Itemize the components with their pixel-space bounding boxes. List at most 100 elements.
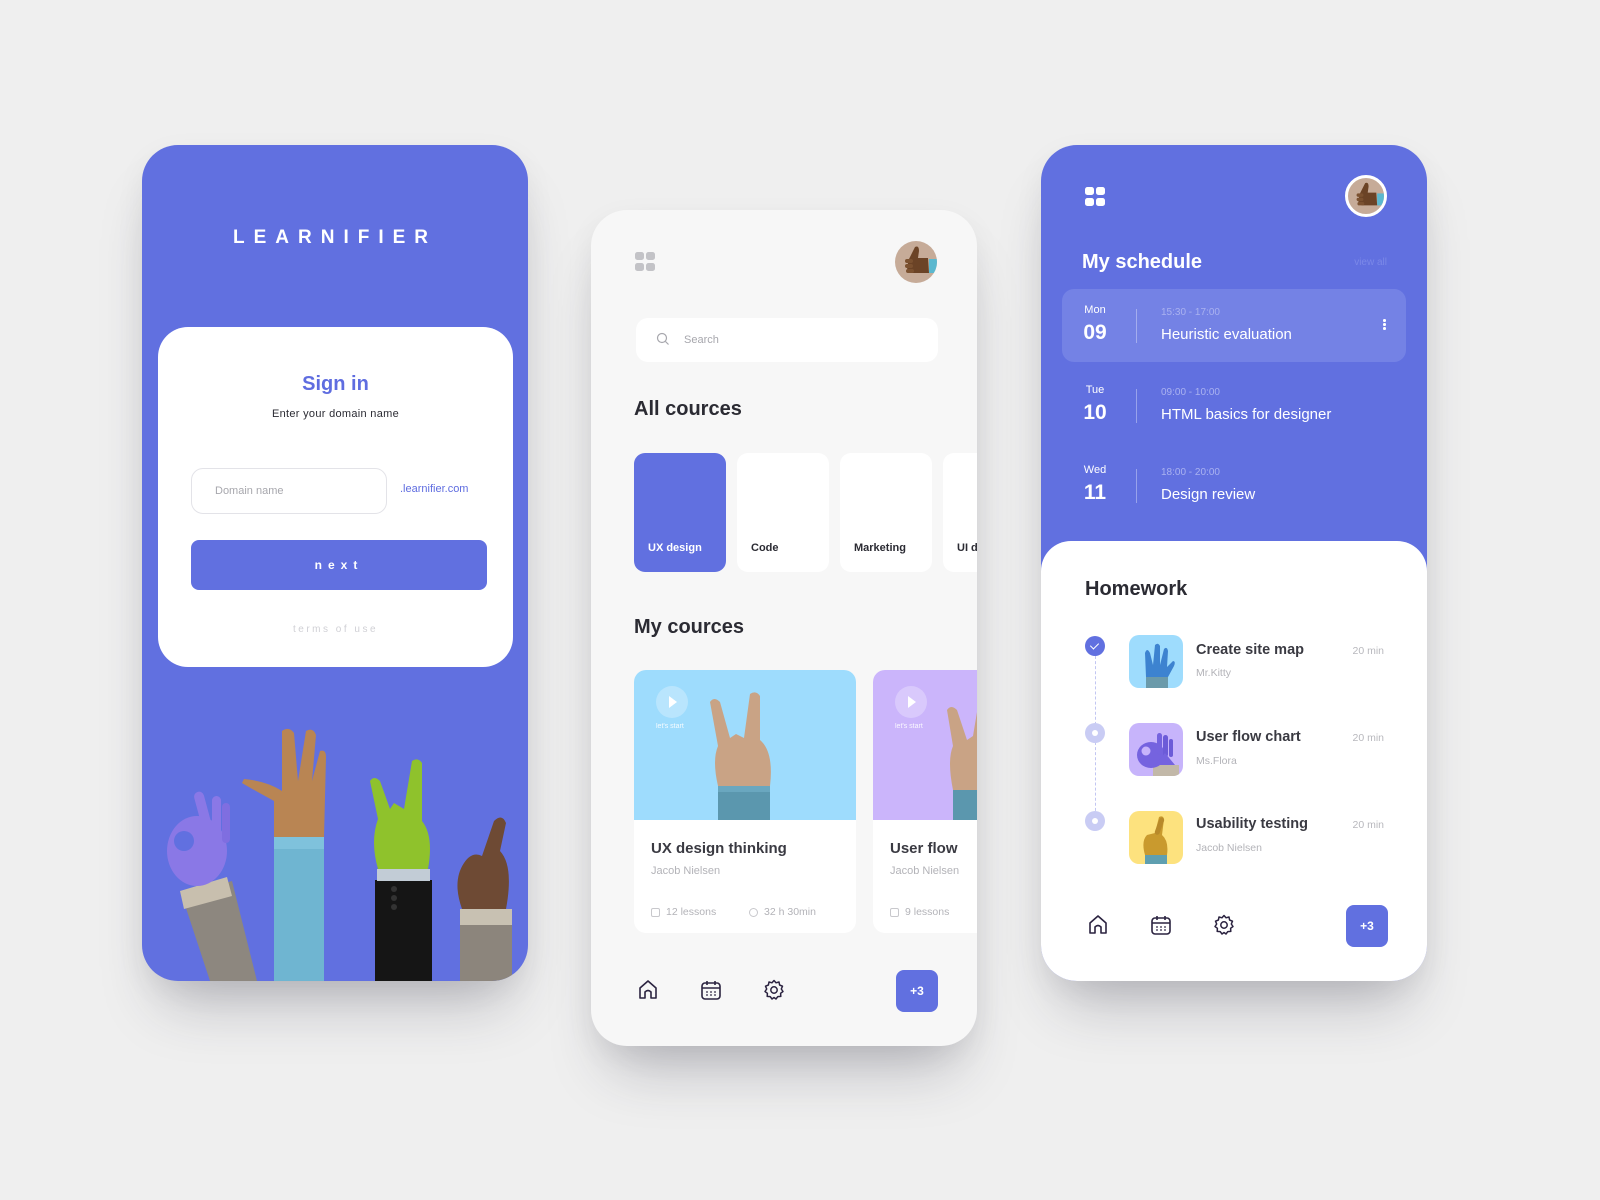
schedule-date: 10 [1083, 401, 1107, 424]
schedule-item[interactable]: Wed 11 18:00 - 20:00 Design review [1062, 449, 1406, 522]
more-button[interactable]: +3 [896, 970, 938, 1012]
course-title: User flow [890, 840, 958, 857]
lessons-label: 12 lessons [666, 906, 717, 918]
homework-name: Create site map [1196, 642, 1304, 658]
category-label: UX design [648, 542, 702, 554]
my-courses-title: My cources [634, 616, 745, 638]
category-label: Marketing [854, 542, 906, 554]
homework-teacher: Mr.Kitty [1196, 667, 1232, 679]
category-ui-design[interactable]: UI design [943, 453, 977, 572]
divider [1136, 309, 1137, 343]
course-duration: 32 h 30min [749, 906, 816, 918]
home-icon[interactable] [1086, 913, 1110, 937]
signin-screen: LEARNIFIER Sign in Enter your domain nam… [142, 145, 528, 981]
schedule-screen: My schedule view all Mon 09 15:30 - 17:0… [1041, 145, 1427, 981]
category-label: UI design [957, 542, 977, 554]
schedule-title: My schedule [1082, 251, 1203, 273]
search-icon [656, 332, 669, 345]
grid-menu-icon[interactable] [1085, 187, 1105, 207]
domain-suffix: .learnifier.com [400, 483, 469, 495]
search-input[interactable] [684, 330, 924, 350]
pending-dot-icon[interactable] [1085, 723, 1105, 743]
spock-hand-icon [1145, 643, 1175, 688]
calendar-icon[interactable] [699, 978, 723, 1002]
homework-duration: 20 min [1352, 645, 1384, 657]
schedule-event-name: Design review [1161, 486, 1256, 503]
play-icon[interactable] [895, 686, 927, 718]
document-icon [651, 907, 660, 917]
settings-icon[interactable] [1212, 913, 1236, 937]
settings-icon[interactable] [762, 978, 786, 1002]
homework-duration: 20 min [1352, 732, 1384, 744]
search-bar [636, 318, 938, 362]
signin-title: Sign in [302, 373, 369, 395]
schedule-day: Tue [1085, 384, 1105, 396]
play-icon[interactable] [656, 686, 688, 718]
course-card[interactable]: let's start UX design thinking Jacob Nie… [634, 670, 856, 933]
course-author: Jacob Nielsen [890, 865, 960, 877]
schedule-event-name: HTML basics for designer [1161, 406, 1332, 423]
schedule-time: 18:00 - 20:00 [1161, 467, 1220, 478]
document-icon [890, 907, 899, 917]
all-courses-title: All cources [634, 398, 742, 420]
schedule-date: 09 [1083, 321, 1107, 344]
course-thumbnail: let's start [873, 670, 977, 820]
schedule-item[interactable]: Mon 09 15:30 - 17:00 Heuristic evaluatio… [1062, 289, 1406, 362]
grid-menu-icon[interactable] [635, 252, 655, 272]
homework-teacher: Jacob Nielsen [1196, 842, 1262, 854]
category-list: UX design Code Marketing UI design [634, 453, 977, 573]
courses-screen: All cources UX design Code Marketing UI … [591, 210, 977, 1046]
course-thumbnail: let's start [634, 670, 856, 820]
category-marketing[interactable]: Marketing [840, 453, 932, 572]
pending-dot-icon[interactable] [1085, 811, 1105, 831]
calendar-icon[interactable] [1149, 913, 1173, 937]
rock-hand-illustration [710, 692, 771, 820]
avatar[interactable] [1345, 175, 1387, 217]
hand-illustration [947, 707, 977, 820]
ok-hand-illustration [167, 791, 257, 981]
crossed-fingers-illustration [457, 817, 512, 981]
course-title: UX design thinking [651, 840, 787, 857]
category-code[interactable]: Code [737, 453, 829, 572]
schedule-day: Wed [1083, 464, 1107, 476]
lessons-count: 12 lessons [651, 906, 716, 918]
bottom-nav: +3 [591, 970, 977, 1012]
hands-illustration [167, 728, 512, 981]
ok-hand-icon [1137, 733, 1179, 776]
schedule-time: 09:00 - 10:00 [1161, 387, 1220, 398]
schedule-item[interactable]: Tue 10 09:00 - 10:00 HTML basics for des… [1062, 369, 1406, 442]
crossed-fingers-icon [1143, 816, 1168, 864]
more-options-icon[interactable] [1383, 319, 1386, 330]
schedule-event-name: Heuristic evaluation [1161, 326, 1292, 343]
homework-thumbnail [1129, 635, 1183, 688]
thumbs-up-icon [1356, 182, 1384, 206]
signin-subtitle: Enter your domain name [271, 408, 400, 420]
completed-check-icon[interactable] [1085, 636, 1105, 656]
homework-panel: Homework Create site map Mr.Kitty 20 min [1041, 541, 1427, 981]
more-button[interactable]: +3 [1346, 905, 1388, 947]
view-all-link[interactable]: view all [1354, 257, 1387, 268]
lessons-label: 9 lessons [905, 906, 950, 918]
homework-name: Usability testing [1196, 816, 1308, 832]
divider [1136, 469, 1137, 503]
schedule-time: 15:30 - 17:00 [1161, 307, 1220, 318]
avatar[interactable] [895, 241, 937, 283]
category-ux-design[interactable]: UX design [634, 453, 726, 572]
course-author: Jacob Nielsen [651, 865, 721, 877]
domain-name-input[interactable] [191, 468, 387, 514]
duration-label: 32 h 30min [764, 906, 816, 918]
next-button[interactable]: next [191, 540, 487, 590]
clock-icon [749, 907, 758, 917]
thumbs-up-icon [905, 246, 937, 273]
lets-start-label: let's start [656, 723, 684, 730]
lessons-count: 9 lessons [890, 906, 949, 918]
schedule-day: Mon [1084, 304, 1106, 316]
course-card[interactable]: let's start User flow Jacob Nielsen 9 le… [873, 670, 977, 933]
lets-start-label: let's start [895, 723, 923, 730]
bottom-nav: +3 [1041, 905, 1427, 947]
divider [1136, 389, 1137, 423]
terms-of-use-link[interactable]: terms of use [158, 624, 513, 635]
rock-hand-illustration [370, 759, 432, 981]
home-icon[interactable] [636, 978, 660, 1002]
brand-logo: LEARNIFIER [233, 227, 437, 248]
